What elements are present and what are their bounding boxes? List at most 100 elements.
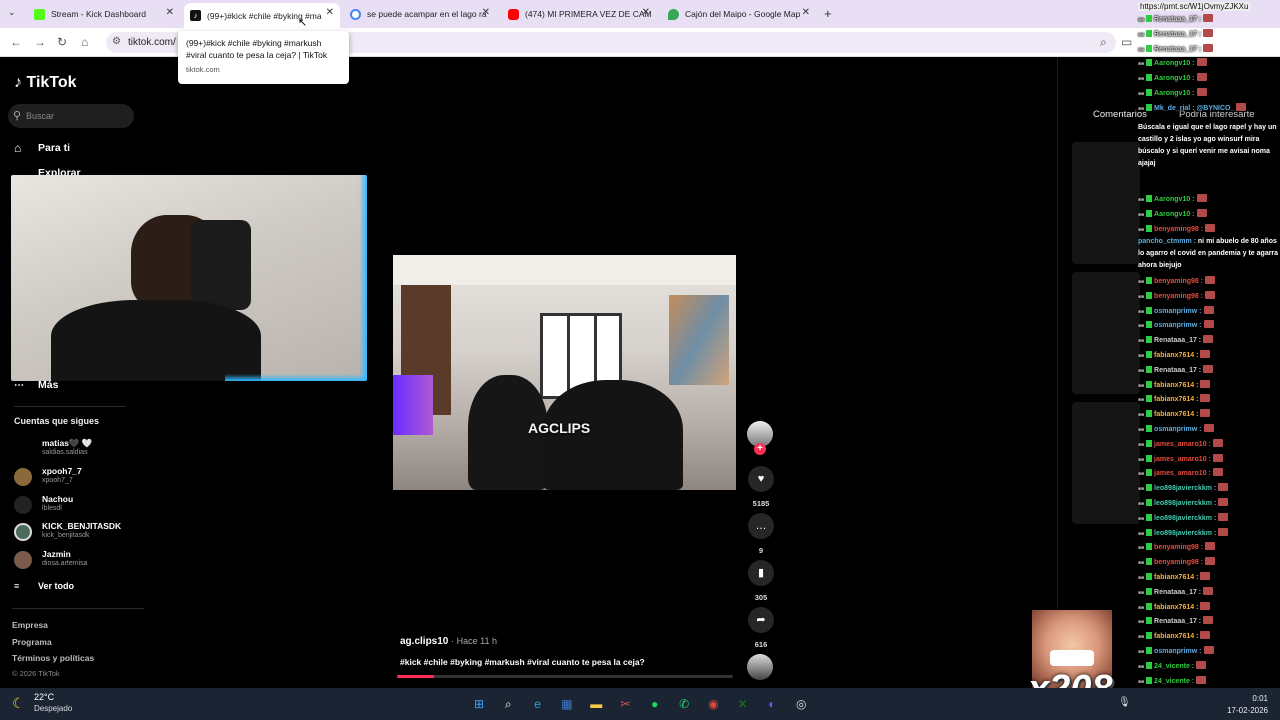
obs-icon[interactable]: ◎ [791,694,811,714]
search-icon[interactable]: ⌕ [498,694,518,714]
store-icon[interactable]: ▦ [557,694,577,714]
comment-button[interactable]: … 9 [747,513,775,555]
followed-account[interactable]: xpooh7_7 xpooh7_7 [14,465,154,489]
chat-username[interactable]: leo898javierckkm : [1154,515,1216,522]
see-all-link[interactable]: ≡ Ver todo [14,581,74,591]
suggested-video-card[interactable] [1072,272,1140,394]
whatsapp-icon[interactable]: ✆ [674,694,694,714]
site-info-icon[interactable]: ⚙ [112,36,121,47]
xbox-icon[interactable]: ✕ [733,694,753,714]
chat-username[interactable]: Renataaa_17 : [1154,618,1201,625]
chat-username[interactable]: fabianx7614 : [1154,574,1198,581]
tiktok-logo[interactable]: ♪ TikTok [14,74,77,92]
footer-link[interactable]: Programa [12,637,52,647]
chat-username[interactable]: james_amaro10 : [1154,441,1211,448]
chat-username[interactable]: osmanprimw : [1154,426,1201,433]
chat-username[interactable]: Aarongv10 : [1154,90,1194,97]
spotify-icon[interactable]: ● [645,694,665,714]
like-button[interactable]: ♥ 5185 [747,466,775,508]
chat-username[interactable]: benyaming98 : [1154,226,1203,233]
reload-icon[interactable]: ↻ [57,35,67,49]
chat-username[interactable]: Aarongv10 : [1154,211,1194,218]
followed-account[interactable]: Nachou lblesdl [14,493,154,517]
folder-icon[interactable]: ▬ [586,694,606,714]
chat-username[interactable]: Renataaa_17 : [1154,46,1201,53]
chat-username[interactable]: osmanprimw : [1154,308,1201,315]
back-icon[interactable]: ← [10,35,22,49]
close-icon[interactable]: ✕ [802,7,810,18]
music-disc-icon[interactable] [747,654,773,680]
followed-account[interactable]: KICK_BENJITASDK kick_benjitasdk [14,520,154,544]
nav-for-you[interactable]: ⌂ Para ti [14,141,70,155]
close-icon[interactable]: ✕ [482,7,490,18]
close-icon[interactable]: ✕ [325,7,334,18]
tab-search-icon[interactable]: ⌄ [8,7,16,18]
chat-username[interactable]: Renataaa_17 : [1154,31,1201,38]
close-icon[interactable]: ✕ [166,7,174,18]
nav-explore[interactable]: Explorar [14,167,81,175]
suggested-video-card[interactable] [1072,402,1140,524]
new-tab-button[interactable]: + [824,6,832,21]
chat-username[interactable]: fabianx7614 : [1154,396,1198,403]
video-progress-bar[interactable] [397,675,733,678]
chat-username[interactable]: osmanprimw : [1154,322,1201,329]
suggested-video-card[interactable] [1072,142,1140,264]
chrome-icon[interactable]: ◉ [703,694,723,714]
footer-link[interactable]: Términos y políticas [12,653,94,663]
save-button[interactable]: ▮ 305 [747,560,775,602]
close-icon[interactable]: ✕ [642,7,650,18]
nav-more[interactable]: ⋯ Más [14,379,58,391]
snipping-icon[interactable]: ✂ [616,694,636,714]
chat-username[interactable]: fabianx7614 : [1154,604,1198,611]
microphone-icon[interactable]: 🎙 [1118,697,1131,708]
author-name[interactable]: ag.clips10 [400,636,448,647]
video-player[interactable]: AGCLIPS [393,255,736,490]
chat-username[interactable]: leo898javierckkm : [1154,485,1216,492]
edge-icon[interactable]: e [528,694,548,714]
chat-username[interactable]: fabianx7614 : [1154,382,1198,389]
chat-username[interactable]: 24_vicente : [1154,663,1194,670]
discord-icon[interactable]: ◐ [762,694,782,714]
forward-icon[interactable]: → [34,35,46,49]
tab-kick-dashboard[interactable]: Stream - Kick Dashboard ✕ [28,3,180,25]
search-input[interactable]: ⚲ Buscar [8,104,134,128]
tab-google-maps[interactable]: Cajón del Maipo - Google Map ✕ [662,3,816,25]
chat-username[interactable]: fabianx7614 : [1154,352,1198,359]
chat-username[interactable]: benyaming98 : [1154,278,1203,285]
system-clock[interactable]: 0:01 17-02-2026 [1220,694,1268,715]
follow-plus-icon[interactable]: + [754,443,766,455]
tab-tiktok[interactable]: ♪ (99+)#kick #chile #byking #ma ✕ [184,3,340,28]
chat-username[interactable]: james_amaro10 : [1154,456,1211,463]
chat-username[interactable]: Renataaa_17 : [1154,337,1201,344]
followed-account[interactable]: Jazmin diosa.artemisa [14,548,154,572]
chat-username[interactable]: Aarongv10 : [1154,60,1194,67]
chat-username[interactable]: Renataaa_17 : [1154,589,1201,596]
chat-username[interactable]: fabianx7614 : [1154,411,1198,418]
video-author[interactable]: ag.clips10 · Hace 11 h [400,636,497,647]
chat-username[interactable]: fabianx7614 : [1154,633,1198,640]
chat-message: ■■ fabianx7614 : [1138,394,1280,405]
chat-username[interactable]: benyaming98 : [1154,293,1203,300]
chat-username[interactable]: Renataaa_17 : [1154,367,1201,374]
share-button[interactable]: ➦ 616 [747,607,775,649]
tab-youtube[interactable]: (474) MI PRIMERA VEZ DE CAM ✕ [502,3,656,25]
chat-username[interactable]: Aarongv10 : [1154,75,1194,82]
tab-google-search[interactable]: se puede acampar en el lago ra ✕ [344,3,496,25]
chat-username[interactable]: Aarongv10 : [1154,196,1194,203]
chat-username[interactable]: Renataaa_17 : [1154,16,1201,23]
chat-username[interactable]: pancho_ctmmm : [1138,238,1198,245]
home-icon[interactable]: ⌂ [81,35,88,49]
followed-account[interactable]: matias🖤 🤍 saldias.saldias [14,437,154,461]
chat-username[interactable]: benyaming98 : [1154,544,1203,551]
chat-username[interactable]: leo898javierckkm : [1154,530,1216,537]
cast-icon[interactable]: ▭ [1121,35,1132,49]
chat-username[interactable]: james_amaro10 : [1154,470,1211,477]
chat-username[interactable]: Mk_de_rial : @BYNICO_ [1154,105,1234,112]
footer-link[interactable]: Empresa [12,620,48,630]
zoom-icon[interactable]: ⌕ [1100,35,1107,50]
chat-username[interactable]: leo898javierckkm : [1154,500,1216,507]
chat-username[interactable]: 24_vicente : [1154,678,1194,685]
chat-username[interactable]: benyaming98 : [1154,559,1203,566]
windows-icon[interactable]: ⊞ [469,694,489,714]
chat-username[interactable]: osmanprimw : [1154,648,1201,655]
